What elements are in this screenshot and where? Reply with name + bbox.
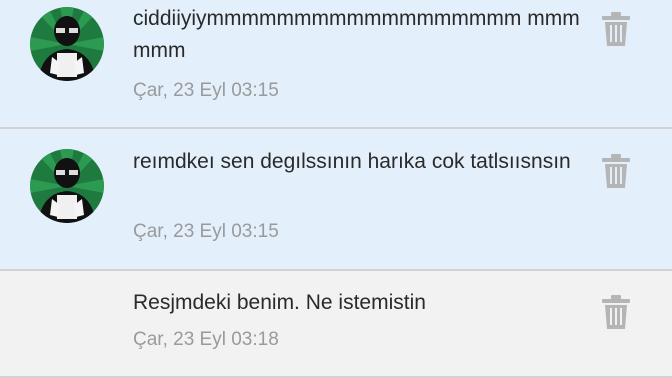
trash-icon <box>602 12 630 46</box>
trash-icon <box>602 154 630 188</box>
message-item[interactable]: reımdkeı sen degılssının harıka cok tatl… <box>0 129 672 269</box>
message-timestamp: Çar, 23 Eyl 03:15 <box>133 221 279 242</box>
message-list: ciddiiyiymmmmmmmmmmmmmmmmmm mmmmmm Çar, … <box>0 0 672 378</box>
delete-button[interactable] <box>601 154 631 188</box>
user-avatar-icon <box>30 7 104 81</box>
message-timestamp: Çar, 23 Eyl 03:15 <box>133 80 279 101</box>
message-item[interactable]: Resjmdeki benim. Ne istemistin Çar, 23 E… <box>0 271 672 378</box>
sender-avatar[interactable] <box>30 7 104 81</box>
trash-icon <box>602 295 630 329</box>
message-item[interactable]: ciddiiyiymmmmmmmmmmmmmmmmmm mmmmmm Çar, … <box>0 0 672 127</box>
message-timestamp: Çar, 23 Eyl 03:18 <box>133 329 279 350</box>
message-text: Resjmdeki benim. Ne istemistin <box>133 291 426 314</box>
user-avatar-icon <box>30 149 104 223</box>
sender-avatar[interactable] <box>30 149 104 223</box>
message-text: reımdkeı sen degılssının harıka cok tatl… <box>133 150 571 173</box>
delete-button[interactable] <box>601 295 631 329</box>
message-text: ciddiiyiymmmmmmmmmmmmmmmmmm mmmmmm <box>133 7 580 62</box>
delete-button[interactable] <box>601 12 631 46</box>
